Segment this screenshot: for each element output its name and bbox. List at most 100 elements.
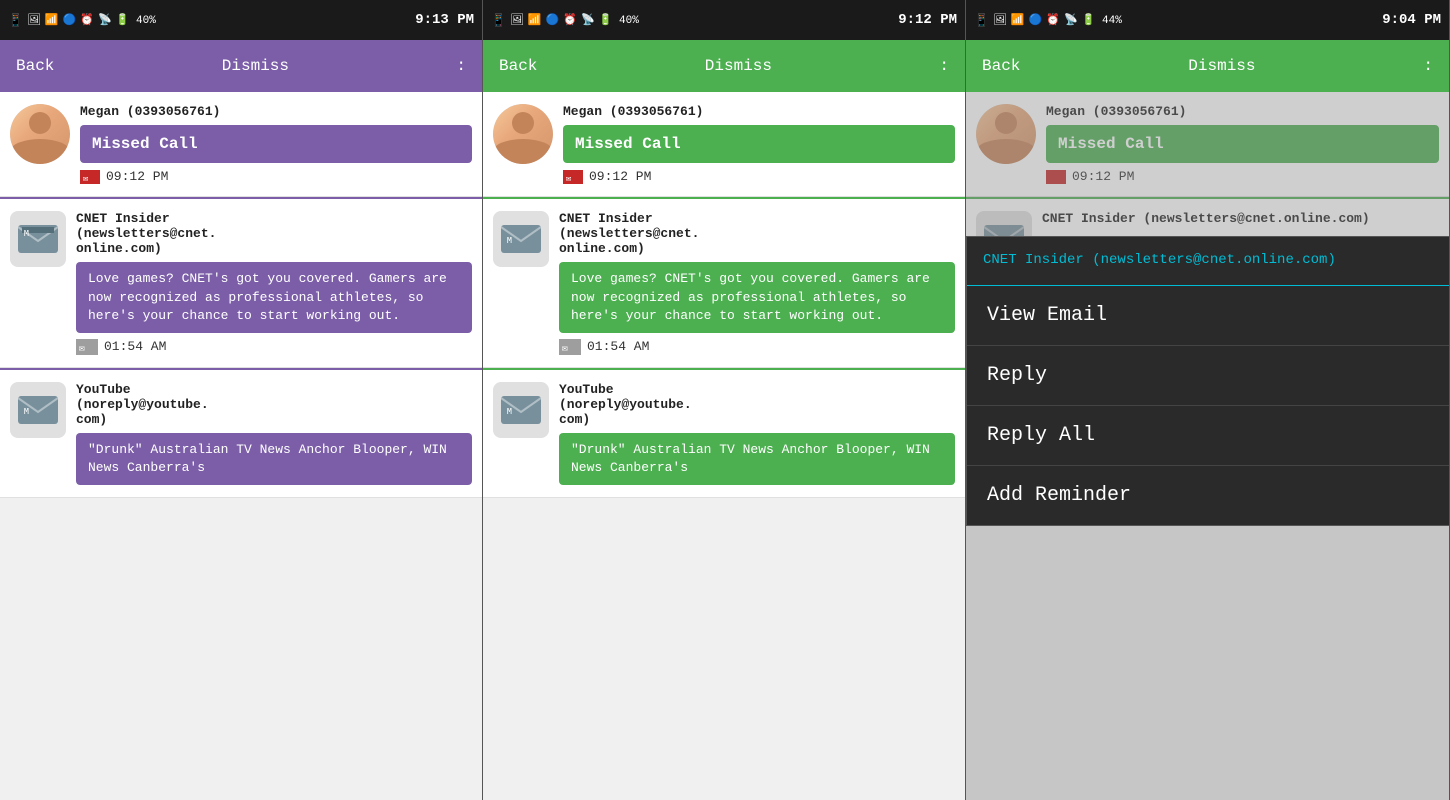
add-reminder-item[interactable]: Add Reminder [967,466,1449,525]
notification-list-1: Megan (0393056761) Missed Call ✉ 09:12 P… [0,92,482,800]
reply-all-item[interactable]: Reply All [967,406,1449,466]
sender-yt-1: YouTube (noreply@youtube. com) [76,382,472,427]
svg-text:M: M [24,229,29,238]
notif-content-cnet-3-bg: CNET Insider (newsletters@cnet.online.co… [1042,211,1439,226]
header-3: Back Dismiss : [966,40,1449,92]
wifi-icon: 📡 [98,13,112,27]
sender-call-1: Megan (0393056761) [80,104,472,119]
dismiss-button-1[interactable]: Dismiss [222,57,289,75]
svg-text:✉: ✉ [562,343,568,354]
notif-content-call-2: Megan (0393056761) Missed Call ✉ 09:12 P… [563,104,955,184]
status-bar-2: 📱 🖼 📶 🔵 ⏰ 📡 🔋 40% 9:12 PM [483,0,965,40]
notif-content-cnet-2: CNET Insider (newsletters@cnet. online.c… [559,211,955,355]
missed-call-bubble-3: Missed Call [1046,125,1439,163]
time-call-2: ✉ 09:12 PM [563,169,955,184]
status-icons-2: 📱 🖼 📶 🔵 ⏰ 📡 🔋 40% [491,13,639,28]
phone-panel-1: 📱 🖼 📶 🔵 ⏰ 📡 🔋 40% 9:13 PM Back Dismiss :… [0,0,483,800]
image-icon: 🖼 [27,13,41,27]
sender-cnet-2: CNET Insider (newsletters@cnet. online.c… [559,211,955,256]
alarm-icon-3: ⏰ [1046,13,1060,27]
svg-text:M: M [507,407,512,416]
battery-icon-3: 🔋 44% [1082,13,1122,27]
wifi-icon-2: 📡 [581,13,595,27]
status-time-2: 9:12 PM [898,12,957,28]
phone-icon: 📱 [8,13,23,28]
status-time-3: 9:04 PM [1382,12,1441,28]
missed-call-bubble-2: Missed Call [563,125,955,163]
email-bubble-cnet-2: Love games? CNET's got you covered. Game… [559,262,955,333]
notif-email-yt-1[interactable]: M YouTube (noreply@youtube. com) "Drunk"… [0,370,482,498]
time-cnet-1: ✉ 01:54 AM [76,339,472,355]
time-call-1: ✉ 09:12 PM [80,169,472,184]
status-icons-3: 📱 🖼 📶 🔵 ⏰ 📡 🔋 44% [974,13,1122,28]
phone-icon-2: 📱 [491,13,506,28]
phone-icon-3: 📱 [974,13,989,28]
missed-call-bubble-1: Missed Call [80,125,472,163]
notif-email-cnet-1[interactable]: M CNET Insider (newsletters@cnet. online… [0,199,482,368]
notif-call-3[interactable]: Megan (0393056761) Missed Call 09:12 PM [966,92,1449,197]
back-button-3[interactable]: Back [982,57,1020,75]
email-time-icon-2: ✉ [559,339,581,355]
signal-icon-3: 📶 [1011,13,1025,27]
more-button-1[interactable]: : [456,57,466,75]
dismiss-button-3[interactable]: Dismiss [1188,57,1255,75]
dropdown-header: CNET Insider (newsletters@cnet.online.co… [967,237,1449,286]
mail-svg-yt-2: M [501,394,541,426]
image-icon-3: 🖼 [993,13,1007,27]
mail-icon-cnet-2: M [493,211,549,267]
dropdown-sender-text: CNET Insider (newsletters@cnet.online.co… [983,251,1433,271]
notification-list-2: Megan (0393056761) Missed Call ✉ 09:12 P… [483,92,965,800]
sender-cnet-3-bg: CNET Insider (newsletters@cnet.online.co… [1042,211,1439,226]
time-icon-2: ✉ [563,170,583,184]
notif-call-2[interactable]: Megan (0393056761) Missed Call ✉ 09:12 P… [483,92,965,197]
sender-call-3: Megan (0393056761) [1046,104,1439,119]
status-time-1: 9:13 PM [415,12,474,28]
time-icon-3 [1046,170,1066,184]
mail-icon-yt-2: M [493,382,549,438]
avatar-2 [493,104,553,164]
avatar-1 [10,104,70,164]
signal-icon: 📶 [45,13,59,27]
mail-svg-yt-1: M [18,394,58,426]
dismiss-button-2[interactable]: Dismiss [705,57,772,75]
svg-text:M: M [24,407,29,416]
alarm-icon: ⏰ [80,13,94,27]
time-cnet-2: ✉ 01:54 AM [559,339,955,355]
more-button-2[interactable]: : [939,57,949,75]
reply-item[interactable]: Reply [967,346,1449,406]
mail-svg-1: M [18,223,58,255]
battery-icon: 🔋 40% [116,13,156,27]
avatar-3 [976,104,1036,164]
svg-text:✉: ✉ [83,174,88,184]
email-bubble-yt-1: "Drunk" Australian TV News Anchor Bloope… [76,433,472,485]
bluetooth-icon-3: 🔵 [1029,13,1043,27]
context-menu: CNET Insider (newsletters@cnet.online.co… [966,236,1450,526]
view-email-item[interactable]: View Email [967,286,1449,346]
wifi-icon-3: 📡 [1064,13,1078,27]
notif-content-yt-1: YouTube (noreply@youtube. com) "Drunk" A… [76,382,472,485]
svg-text:✉: ✉ [79,343,85,354]
svg-text:M: M [507,236,512,245]
phone-panel-2: 📱 🖼 📶 🔵 ⏰ 📡 🔋 40% 9:12 PM Back Dismiss :… [483,0,966,800]
status-icons-1: 📱 🖼 📶 🔵 ⏰ 📡 🔋 40% [8,13,156,28]
notif-content-cnet-1: CNET Insider (newsletters@cnet. online.c… [76,211,472,355]
svg-text:✉: ✉ [566,174,571,184]
notif-email-cnet-2[interactable]: M CNET Insider (newsletters@cnet. online… [483,199,965,368]
bluetooth-icon: 🔵 [63,13,77,27]
back-button-2[interactable]: Back [499,57,537,75]
more-button-3[interactable]: : [1423,57,1433,75]
sender-yt-2: YouTube (noreply@youtube. com) [559,382,955,427]
notif-call-1[interactable]: Megan (0393056761) Missed Call ✉ 09:12 P… [0,92,482,197]
bluetooth-icon-2: 🔵 [546,13,560,27]
back-button-1[interactable]: Back [16,57,54,75]
mail-svg-2: M [501,223,541,255]
email-bubble-yt-2: "Drunk" Australian TV News Anchor Bloope… [559,433,955,485]
phone-panel-3: 📱 🖼 📶 🔵 ⏰ 📡 🔋 44% 9:04 PM Back Dismiss : [966,0,1450,800]
alarm-icon-2: ⏰ [563,13,577,27]
sender-call-2: Megan (0393056761) [563,104,955,119]
mail-icon-yt-1: M [10,382,66,438]
notif-content-yt-2: YouTube (noreply@youtube. com) "Drunk" A… [559,382,955,485]
notif-content-call-3: Megan (0393056761) Missed Call 09:12 PM [1046,104,1439,184]
signal-icon-2: 📶 [528,13,542,27]
notif-email-yt-2[interactable]: M YouTube (noreply@youtube. com) "Drunk"… [483,370,965,498]
